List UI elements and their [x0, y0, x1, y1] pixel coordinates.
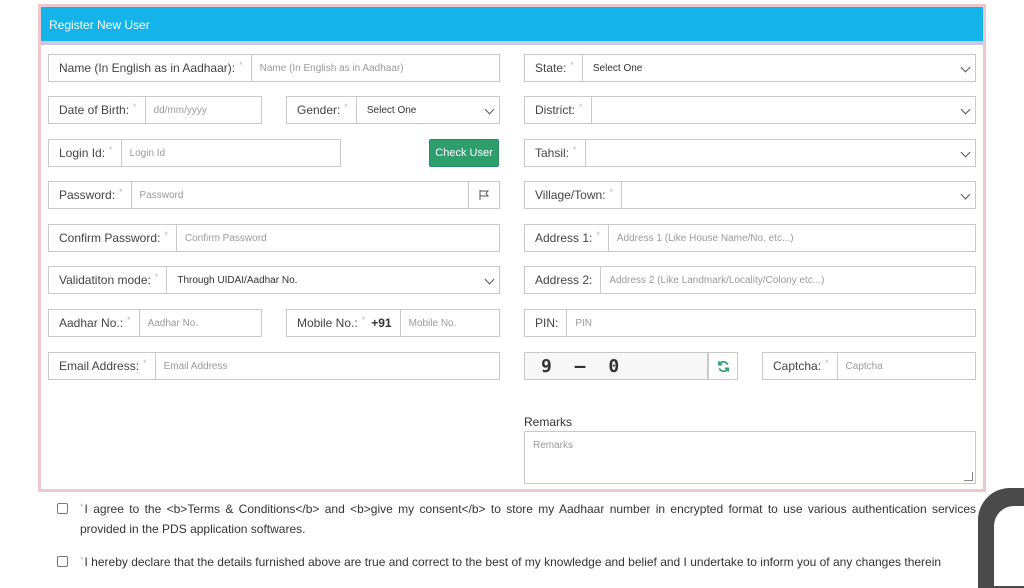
mobile-label: Mobile No.: * +91 — [287, 310, 401, 336]
password-group: Password: * Password — [48, 181, 500, 209]
captcha-input[interactable]: Captcha — [838, 353, 975, 379]
aadhar-label: Aadhar No.: * — [49, 310, 140, 336]
dob-group: Date of Birth: * dd/mm/yyyy — [48, 96, 262, 124]
pin-group: PIN: PIN — [524, 309, 976, 337]
terms-text: I agree to the <b>Terms & Conditions</b>… — [80, 502, 976, 536]
name-group: Name (In English as in Aadhaar): * Name (… — [48, 54, 500, 82]
remarks-textarea[interactable]: Remarks — [524, 431, 976, 484]
mobile-input[interactable]: Mobile No. — [401, 310, 499, 336]
terms-consent: *I agree to the <b>Terms & Conditions</b… — [57, 500, 976, 539]
validation-label: Validatiton mode: * — [49, 267, 168, 293]
aadhar-input[interactable]: Aadhar No. — [140, 310, 261, 336]
tahsil-group: Tahsil: * — [524, 139, 976, 167]
gender-label: Gender: * — [287, 97, 357, 123]
chevron-down-icon — [960, 104, 971, 115]
address2-label: Address 2: — [525, 267, 602, 293]
declaration-checkbox[interactable] — [57, 556, 68, 567]
aadhar-group: Aadhar No.: * Aadhar No. — [48, 309, 262, 337]
email-label: Email Address: * — [49, 353, 156, 379]
village-label: Village/Town: * — [525, 182, 623, 208]
village-group: Village/Town: * — [524, 181, 976, 209]
remarks-label: Remarks — [524, 415, 573, 429]
password-input[interactable]: Password — [132, 182, 468, 208]
village-select[interactable] — [622, 182, 975, 208]
chevron-down-icon — [960, 147, 971, 158]
login-input[interactable]: Login Id — [122, 140, 340, 166]
chevron-down-icon — [960, 62, 971, 73]
email-group: Email Address: * Email Address — [48, 352, 500, 380]
tahsil-select[interactable] — [586, 140, 975, 166]
confirm-password-group: Confirm Password: * Confirm Password — [48, 224, 500, 252]
captcha-image: 9 – 0 — [524, 352, 708, 380]
address2-input[interactable]: Address 2 (Like Landmark/Locality/Colony… — [601, 267, 975, 293]
chevron-down-icon — [484, 274, 495, 285]
state-label: State: * — [525, 55, 583, 81]
captcha-group: Captcha: * Captcha — [762, 352, 976, 380]
state-select[interactable]: Select One — [583, 55, 975, 81]
check-user-button[interactable]: Check User — [429, 139, 499, 167]
email-input[interactable]: Email Address — [156, 353, 499, 379]
resize-handle-icon[interactable] — [964, 472, 973, 481]
validation-select[interactable]: Through UIDAI/Aadhar No. — [167, 267, 499, 293]
district-group: District: * — [524, 96, 976, 124]
panel-header: Register New User — [41, 7, 983, 45]
declaration-consent: *I hereby declare that the details furni… — [57, 553, 976, 573]
login-label: Login Id: * — [49, 140, 122, 166]
gender-select[interactable]: Select One — [357, 97, 499, 123]
mobile-group: Mobile No.: * +91 Mobile No. — [286, 309, 500, 337]
chevron-down-icon — [484, 104, 495, 115]
name-input[interactable]: Name (In English as in Aadhaar) — [252, 55, 499, 81]
chevron-down-icon — [960, 189, 971, 200]
confirm-password-input[interactable]: Confirm Password — [177, 225, 499, 251]
tahsil-label: Tahsil: * — [525, 140, 586, 166]
confirm-password-label: Confirm Password: * — [49, 225, 177, 251]
dob-input[interactable]: dd/mm/yyyy — [146, 97, 261, 123]
pin-label: PIN: — [525, 310, 568, 336]
login-group: Login Id: * Login Id — [48, 139, 341, 167]
district-select[interactable] — [592, 97, 975, 123]
pin-input[interactable]: PIN — [567, 310, 975, 336]
address1-label: Address 1: * — [525, 225, 609, 251]
password-label: Password: * — [49, 182, 132, 208]
address1-input[interactable]: Address 1 (Like House Name/No. etc...) — [609, 225, 975, 251]
flag-icon[interactable] — [468, 182, 499, 208]
decorative-corner-inner — [994, 506, 1024, 586]
refresh-icon[interactable] — [708, 352, 738, 380]
state-group: State: * Select One — [524, 54, 976, 82]
validation-group: Validatiton mode: * Through UIDAI/Aadhar … — [48, 266, 500, 294]
gender-group: Gender: * Select One — [286, 96, 500, 124]
address1-group: Address 1: * Address 1 (Like House Name/N… — [524, 224, 976, 252]
name-label: Name (In English as in Aadhaar): * — [49, 55, 252, 81]
terms-checkbox[interactable] — [57, 503, 68, 514]
district-label: District: * — [525, 97, 592, 123]
dob-label: Date of Birth: * — [49, 97, 146, 123]
address2-group: Address 2: Address 2 (Like Landmark/Loca… — [524, 266, 976, 294]
captcha-label: Captcha: * — [763, 353, 838, 379]
